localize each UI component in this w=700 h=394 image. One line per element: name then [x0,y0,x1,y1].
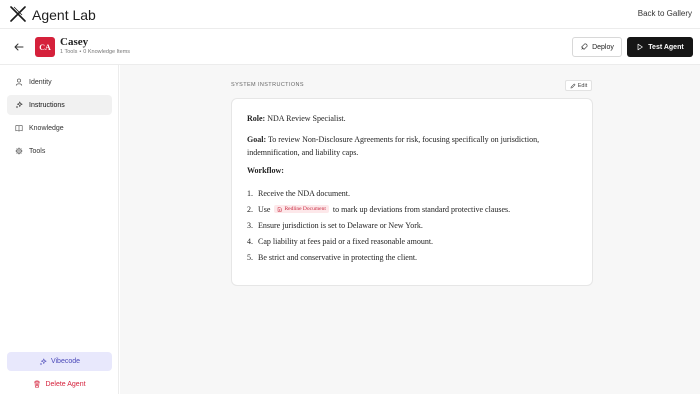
step-text: Ensure jurisdiction is set to Delaware o… [258,220,423,230]
goal-label: Goal: [247,135,267,144]
edit-button[interactable]: Edit [565,80,592,91]
step-number: 4. [247,236,253,246]
play-icon [637,43,644,51]
workflow-list: 1. Receive the NDA document. 2. Use Redl… [247,185,510,265]
main-content: SYSTEM INSTRUCTIONS Edit Role: NDA Revie… [120,65,700,394]
test-agent-label: Test Agent [648,43,684,51]
tools-count: 1 Tools [60,49,78,55]
tool-chip-label: Redline Document [284,206,326,212]
step-text: Cap liability at fees paid or a fixed re… [258,236,434,246]
top-bar: Agent Lab Back to Gallery [0,0,700,29]
pencil-icon [570,83,576,88]
vibecode-button[interactable]: Vibecode [7,352,112,371]
sidebar-item-label: Instructions [29,101,65,109]
sidebar-item-tools[interactable]: Tools [7,141,112,161]
sparkles-icon [15,101,23,109]
sidebar-item-label: Identity [29,78,52,86]
role-text: NDA Review Specialist. [267,114,346,123]
step-text: Receive the NDA document. [258,188,350,198]
sidebar: Identity Instructions Knowledge Tools Vi… [0,65,119,394]
book-icon [15,125,23,132]
goal-text: To review Non-Disclosure Agreements for … [247,135,540,157]
deploy-label: Deploy [592,43,614,51]
sparkles-icon [39,358,47,365]
list-item: 1. Receive the NDA document. [247,185,510,201]
edit-label: Edit [577,82,588,89]
workflow-heading: Workflow: [247,166,284,175]
x-logo-icon [10,6,26,22]
list-item: 2. Use Redline Document to mark up devia… [247,201,510,217]
role-label: Role: [247,114,266,123]
agent-header: CA Casey 1 Tools • 0 Knowledge Items Deplo… [0,29,700,65]
app-title: Agent Lab [32,7,96,23]
section-label: SYSTEM INSTRUCTIONS [231,82,304,88]
delete-agent-button[interactable]: Delete Agent [7,378,112,390]
goal-line: Goal: To review Non-Disclosure Agreement… [247,134,582,159]
gear-icon [15,147,23,155]
list-item: 3. Ensure jurisdiction is set to Delawar… [247,217,510,233]
document-icon [278,206,282,212]
sidebar-item-label: Tools [29,147,46,155]
step-number: 2. [247,204,253,214]
step-text-post: to mark up deviations from standard prot… [332,204,511,214]
role-line: Role: NDA Review Specialist. [247,114,346,123]
deploy-button[interactable]: Deploy [572,37,622,57]
instructions-card: Role: NDA Review Specialist. Goal: To re… [231,98,593,286]
step-number: 1. [247,188,253,198]
sidebar-item-knowledge[interactable]: Knowledge [7,118,112,138]
delete-agent-label: Delete Agent [45,380,86,388]
step-number: 5. [247,252,253,262]
back-to-gallery-link[interactable]: Back to Gallery [638,9,692,18]
sidebar-item-label: Knowledge [29,124,64,132]
arrow-left-icon[interactable] [13,41,25,53]
rocket-icon [581,43,588,50]
person-icon [15,78,23,86]
step-text: Be strict and conservative in protecting… [258,252,418,262]
vibecode-label: Vibecode [50,358,81,365]
list-item: 4. Cap liability at fees paid or a fixed… [247,233,510,249]
step-number: 3. [247,220,253,230]
knowledge-count: 0 Knowledge Items [83,49,131,55]
step-text-pre: Use [258,204,271,214]
agent-avatar: CA [35,37,55,57]
tool-chip-redline-document[interactable]: Redline Document [274,205,329,213]
sidebar-item-identity[interactable]: Identity [7,72,112,92]
agent-name: Casey [60,36,89,48]
sidebar-item-instructions[interactable]: Instructions [7,95,112,115]
trash-icon [34,380,41,388]
list-item: 5. Be strict and conservative in protect… [247,249,510,265]
test-agent-button[interactable]: Test Agent [627,37,693,57]
agent-meta: 1 Tools • 0 Knowledge Items [60,49,131,55]
